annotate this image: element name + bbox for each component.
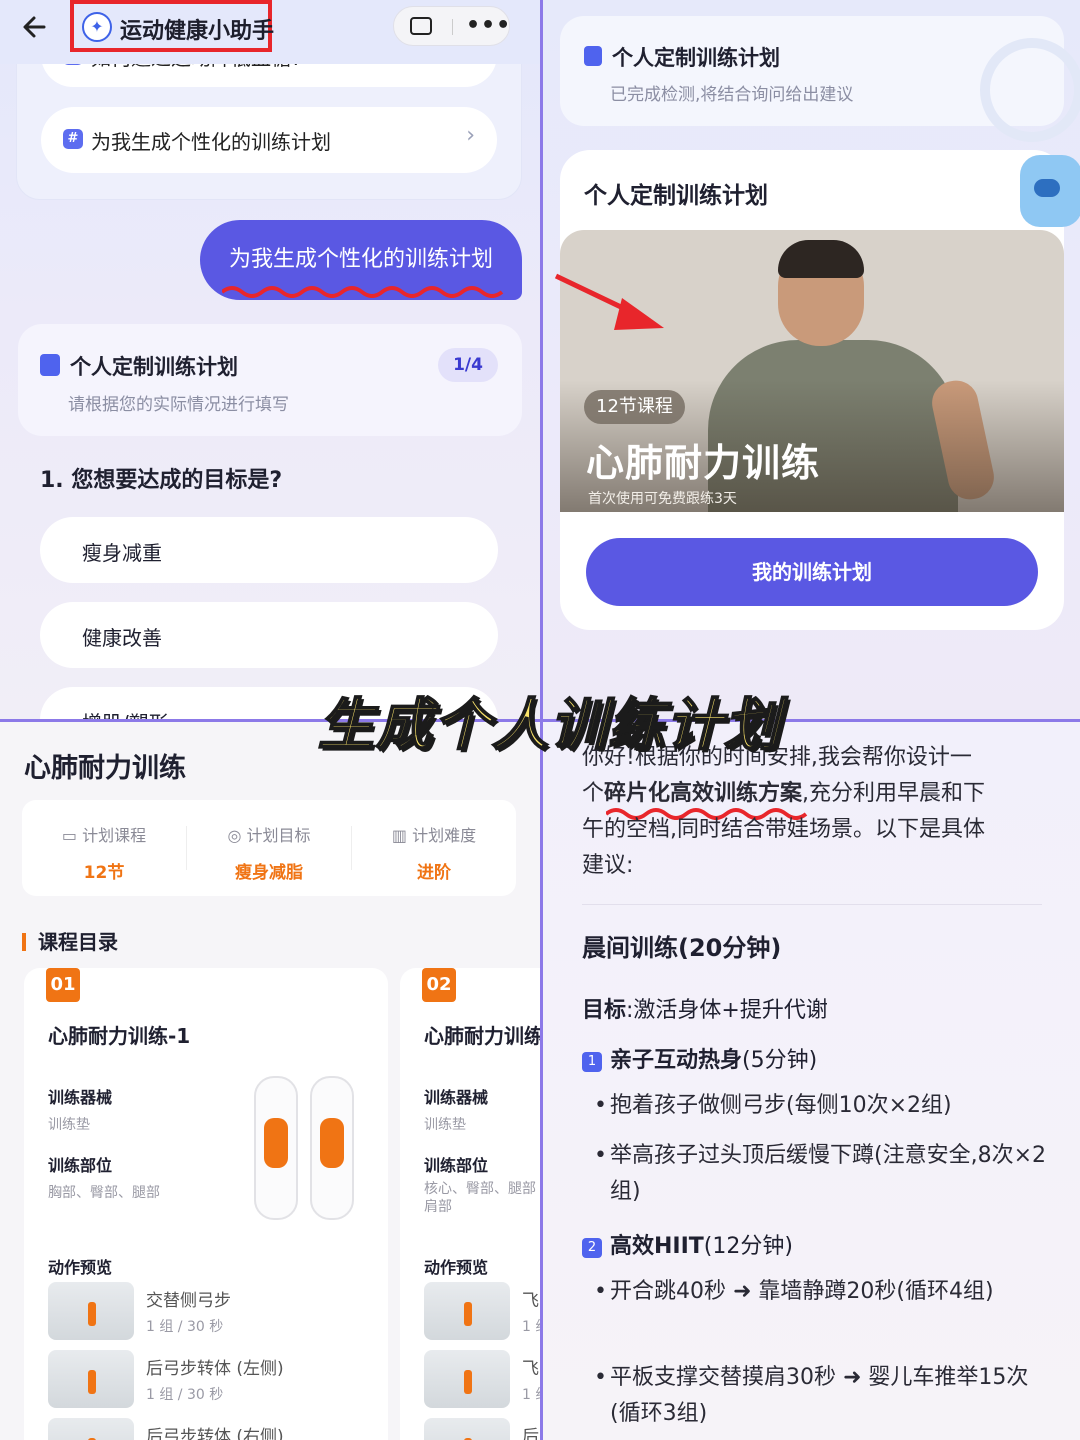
document-icon bbox=[40, 354, 60, 376]
capsule-menu: ••• bbox=[393, 6, 510, 46]
plan-form-subtitle: 请根据您的实际情况进行填写 bbox=[68, 395, 289, 415]
course-detail-panel: 心肺耐力训练 ▭ 计划课程 12节 ◎ 计划目标 瘦身减脂 ▥ 计划难度 进阶 … bbox=[0, 722, 540, 1440]
course-card: 个人定制训练计划 12节课程 心肺耐力训练 首次使用可免费跟练3天 我的训练计划 bbox=[560, 150, 1064, 630]
top-bar: ✦ 运动健康小助手 ••• bbox=[0, 0, 540, 64]
stat-courses: ▭ 计划课程 12节 bbox=[61, 826, 147, 883]
back-arrow-icon[interactable] bbox=[20, 12, 50, 42]
plan-result-panel: 个人定制训练计划 已完成检测,将结合询问给出建议 个人定制训练计划 12节课程 … bbox=[542, 0, 1080, 720]
lesson-count-tag: 12节课程 bbox=[584, 390, 685, 424]
ai-advice-panel: 你好!根据你的时间安排,我会帮你设计一 个碎片化高效训练方案,充分利用早晨和下 … bbox=[542, 722, 1080, 1440]
course-title: 心肺耐力训练 bbox=[24, 753, 186, 784]
suggestion-item[interactable]: # 为我生成个性化的训练计划 › bbox=[41, 107, 497, 173]
action-thumbnail[interactable] bbox=[424, 1350, 510, 1408]
step-heading: 1 亲子互动热身(5分钟) bbox=[582, 1042, 817, 1074]
completed-card: 个人定制训练计划 已完成检测,将结合询问给出建议 bbox=[560, 16, 1080, 142]
course-card-title: 个人定制训练计划 bbox=[584, 183, 768, 209]
bullet-item: 抱着孩子做侧弓步(每侧10次×2组) bbox=[594, 1088, 1050, 1124]
action-thumbnail[interactable] bbox=[424, 1418, 510, 1440]
my-plan-button[interactable]: 我的训练计划 bbox=[586, 538, 1038, 606]
action-thumbnail[interactable] bbox=[48, 1350, 134, 1408]
intro-line: 建议: bbox=[582, 853, 634, 878]
hashtag-icon: # bbox=[63, 129, 83, 149]
option-lose-weight[interactable]: 瘦身减重 bbox=[40, 517, 498, 583]
robot-mascot-icon bbox=[1020, 155, 1080, 227]
app-title-highlight: ✦ 运动健康小助手 bbox=[70, 0, 275, 52]
completed-title: 个人定制训练计划 bbox=[612, 46, 780, 70]
bar-chart-icon: ▥ bbox=[391, 826, 413, 845]
suggestion-label: 为我生成个性化的训练计划 bbox=[91, 130, 331, 154]
more-icon[interactable]: ••• bbox=[466, 13, 511, 38]
red-arrow-annotation bbox=[554, 273, 664, 330]
progress-badge: 1/4 bbox=[438, 348, 498, 382]
completed-subtitle: 已完成检测,将结合询问给出建议 bbox=[610, 85, 854, 105]
muscle-map-front bbox=[254, 1076, 298, 1220]
question-title: 1. 您想要达成的目标是? bbox=[40, 468, 283, 493]
muscle-map-back bbox=[310, 1076, 354, 1220]
free-trial-note: 首次使用可免费跟练3天 bbox=[588, 491, 737, 507]
bullet-item: 平板支撑交替摸肩30秒 ➜ 婴儿车推举15次(循环3组) bbox=[594, 1360, 1050, 1432]
option-health[interactable]: 健康改善 bbox=[40, 602, 498, 668]
intro-line: 午的空档,同时结合带娃场景。以下是具体 bbox=[582, 817, 985, 842]
stat-difficulty: ▥ 计划难度 进阶 bbox=[391, 826, 477, 883]
course-name: 心肺耐力训练 bbox=[586, 441, 821, 485]
bullet-item: 开合跳40秒 ➜ 靠墙静蹲20秒(循环4组) bbox=[594, 1274, 1050, 1310]
target-icon: ◎ bbox=[227, 826, 247, 845]
stat-goal: ◎ 计划目标 瘦身减脂 bbox=[227, 826, 311, 883]
catalog-heading: 课程目录 bbox=[22, 926, 118, 955]
goal-line: 目标:激活身体+提升代谢 bbox=[582, 998, 828, 1023]
lesson-name: 心肺耐力训练-2 bbox=[424, 1024, 540, 1048]
runner-logo-icon: ✦ bbox=[82, 12, 112, 42]
overlay-caption: 生成个人训练计划 bbox=[317, 692, 782, 759]
plan-form-title: 个人定制训练计划 bbox=[70, 355, 238, 379]
step-heading: 2 高效HIIT(12分钟) bbox=[582, 1228, 793, 1260]
lesson-card[interactable]: 01 心肺耐力训练-1 训练器械 训练垫 训练部位 胸部、臀部、腿部 动作预览 … bbox=[24, 968, 388, 1440]
action-thumbnail[interactable] bbox=[48, 1418, 134, 1440]
underline-annotation bbox=[222, 286, 504, 298]
chevron-right-icon: › bbox=[466, 123, 475, 148]
action-thumbnail[interactable] bbox=[48, 1282, 134, 1340]
lesson-number: 02 bbox=[422, 968, 456, 1002]
app-title: 运动健康小助手 bbox=[120, 19, 275, 44]
chat-icon: ▭ bbox=[61, 826, 83, 845]
checkmark-icon bbox=[980, 38, 1080, 142]
share-icon[interactable] bbox=[410, 17, 432, 35]
lesson-name: 心肺耐力训练-1 bbox=[48, 1024, 191, 1048]
plan-form-card: 个人定制训练计划 请根据您的实际情况进行填写 1/4 bbox=[18, 324, 522, 436]
plan-stats: ▭ 计划课程 12节 ◎ 计划目标 瘦身减脂 ▥ 计划难度 进阶 bbox=[22, 800, 516, 896]
highlight-text: 碎片化高效训练方案 bbox=[604, 781, 803, 806]
document-icon bbox=[584, 46, 602, 66]
chat-panel: # 如何通过运动降低血糖? › # 为我生成个性化的训练计划 › ✦ 运动健康小… bbox=[0, 0, 540, 720]
lesson-number: 01 bbox=[46, 968, 80, 1002]
bullet-item: 举高孩子过头顶后缓慢下蹲(注意安全,8次×2组) bbox=[594, 1138, 1050, 1210]
lesson-card[interactable]: 02 心肺耐力训练-2 训练器械 训练垫 训练部位 核心、臀部、腿部 肩部 动作… bbox=[400, 968, 540, 1440]
action-thumbnail[interactable] bbox=[424, 1282, 510, 1340]
section-heading: 晨间训练(20分钟) bbox=[582, 934, 782, 962]
